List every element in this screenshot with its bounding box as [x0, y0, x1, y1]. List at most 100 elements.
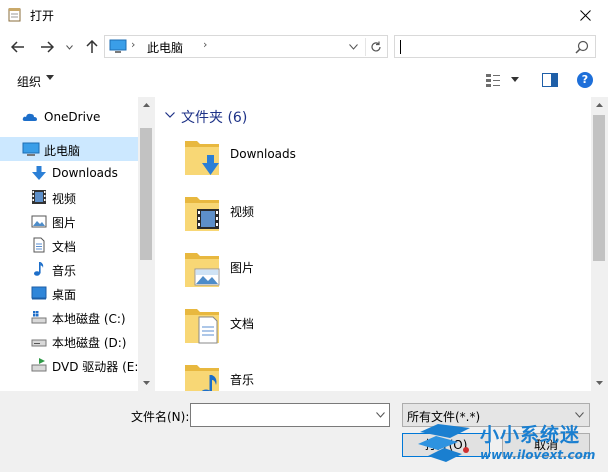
- sidebar-item-label: 视频: [52, 192, 77, 206]
- onedrive-icon: [22, 113, 37, 121]
- organize-button[interactable]: 组织: [17, 73, 41, 90]
- text-cursor: [400, 40, 401, 54]
- refresh-icon: [370, 41, 381, 52]
- caret-up-icon: [596, 103, 603, 107]
- breadcrumb-this-pc[interactable]: 此电脑: [147, 39, 183, 56]
- arrow-right-icon: [41, 41, 54, 53]
- watermark-url: www.ilovext.com: [480, 448, 596, 462]
- sidebar-scroll-up-button[interactable]: [138, 97, 155, 113]
- filename-label: 文件名(N):: [131, 410, 190, 424]
- music-icon: [34, 262, 44, 276]
- file-list-pane: 文件夹 (6) Downloads 视频 图片 文档 音乐: [157, 97, 591, 391]
- drive-d-icon: [31, 339, 47, 347]
- downloads-folder-icon: [185, 141, 219, 175]
- change-view-icon[interactable]: [485, 72, 501, 88]
- downloads-icon: [32, 166, 46, 180]
- caret-down-icon[interactable]: [511, 77, 519, 82]
- music-folder-icon: [185, 365, 219, 391]
- breadcrumb-separator[interactable]: ›: [203, 38, 207, 51]
- sidebar-scroll-thumb[interactable]: [140, 128, 152, 260]
- sidebar-item-onedrive[interactable]: OneDrive: [0, 105, 138, 129]
- pictures-icon: [31, 215, 47, 228]
- sidebar-item-documents[interactable]: 文档: [0, 233, 138, 257]
- address-bar[interactable]: › 此电脑 ›: [104, 35, 388, 58]
- caret-down-icon: [143, 381, 150, 385]
- dvd-drive-icon: [31, 358, 47, 372]
- pictures-folder-icon: [185, 253, 220, 287]
- sidebar-item-this-pc[interactable]: 此电脑: [0, 137, 138, 161]
- sidebar-item-label: 图片: [52, 216, 77, 230]
- folder-item-documents[interactable]: 文档: [157, 299, 357, 351]
- window-title: 打开: [30, 9, 55, 23]
- content-scroll-up-button[interactable]: [591, 97, 608, 113]
- folder-label: 视频: [230, 205, 255, 219]
- content-scroll-thumb[interactable]: [593, 115, 605, 261]
- folder-item-music[interactable]: 音乐: [157, 355, 357, 391]
- chevron-down-icon[interactable]: [376, 412, 385, 418]
- folder-label: Downloads: [230, 147, 296, 161]
- sidebar-item-downloads[interactable]: Downloads: [0, 161, 138, 185]
- sidebar-item-label: 此电脑: [44, 144, 81, 158]
- forward-button[interactable]: [37, 37, 57, 57]
- back-button[interactable]: [8, 37, 28, 57]
- folders-group-header[interactable]: 文件夹 (6): [181, 107, 247, 127]
- address-dropdown-button[interactable]: [345, 39, 361, 55]
- sidebar-item-dvd-drive[interactable]: DVD 驱动器 (E:): [0, 353, 143, 377]
- command-bar: 组织: [0, 66, 608, 94]
- sidebar-item-label: 音乐: [52, 264, 77, 278]
- collapse-group-icon[interactable]: [165, 112, 175, 118]
- sidebar-item-drive-c[interactable]: 本地磁盘 (C:): [0, 305, 138, 329]
- documents-icon: [33, 237, 45, 253]
- sidebar-item-pictures[interactable]: 图片: [0, 209, 138, 233]
- sidebar-item-label: 桌面: [52, 288, 77, 302]
- watermark-logo-icon: [418, 424, 470, 462]
- pc-icon: [109, 39, 127, 53]
- sidebar-item-label: DVD 驱动器 (E:): [52, 360, 144, 374]
- caret-down-icon: [596, 381, 603, 385]
- sidebar-item-label: 本地磁盘 (C:): [52, 312, 126, 326]
- caret-down-icon[interactable]: [46, 75, 54, 81]
- breadcrumb-separator[interactable]: ›: [131, 38, 135, 51]
- sidebar-item-desktop[interactable]: 桌面: [0, 281, 138, 305]
- search-input[interactable]: [394, 35, 596, 58]
- recent-locations-button[interactable]: [62, 37, 76, 57]
- folder-label: 文档: [230, 317, 255, 331]
- search-icon[interactable]: [575, 40, 589, 54]
- refresh-button[interactable]: [365, 38, 385, 56]
- close-icon: [579, 9, 591, 21]
- video-folder-icon: [185, 197, 219, 231]
- sidebar-item-label: OneDrive: [44, 110, 101, 124]
- arrow-left-icon: [11, 41, 24, 53]
- chevron-down-icon: [348, 44, 358, 50]
- folder-label: 音乐: [230, 373, 255, 387]
- folder-item-video[interactable]: 视频: [157, 187, 357, 239]
- sidebar-item-video[interactable]: 视频: [0, 185, 138, 209]
- preview-pane-icon[interactable]: [542, 73, 558, 87]
- desktop-icon: [31, 286, 47, 300]
- documents-folder-icon: [185, 309, 219, 344]
- help-button[interactable]: ?: [577, 72, 593, 88]
- watermark-text: 小小系统迷: [480, 424, 581, 446]
- app-notepad-icon: [8, 8, 21, 22]
- close-button[interactable]: [562, 0, 608, 30]
- filename-input[interactable]: [190, 403, 390, 427]
- folder-item-pictures[interactable]: 图片: [157, 243, 357, 295]
- video-icon: [32, 190, 46, 204]
- up-button[interactable]: [82, 37, 102, 57]
- watermark: 小小系统迷 www.ilovext.com: [414, 418, 606, 470]
- sidebar-scroll-down-button[interactable]: [138, 375, 155, 391]
- folder-item-downloads[interactable]: Downloads: [157, 131, 357, 183]
- sidebar-item-drive-d[interactable]: 本地磁盘 (D:): [0, 329, 138, 353]
- navigation-pane: OneDrive 此电脑 Downloads 视频 图片 文档 音乐 桌面 本地…: [0, 97, 154, 391]
- chevron-down-icon: [65, 44, 73, 50]
- folder-label: 图片: [230, 261, 255, 275]
- sidebar-item-music[interactable]: 音乐: [0, 257, 138, 281]
- drive-c-icon: [31, 311, 47, 324]
- sidebar-item-label: Downloads: [52, 166, 118, 180]
- caret-up-icon: [143, 103, 150, 107]
- content-scroll-down-button[interactable]: [591, 375, 608, 391]
- pc-icon: [22, 142, 40, 156]
- title-bar: 打开: [0, 0, 608, 30]
- sidebar-item-label: 文档: [52, 240, 77, 254]
- arrow-up-icon: [86, 40, 98, 53]
